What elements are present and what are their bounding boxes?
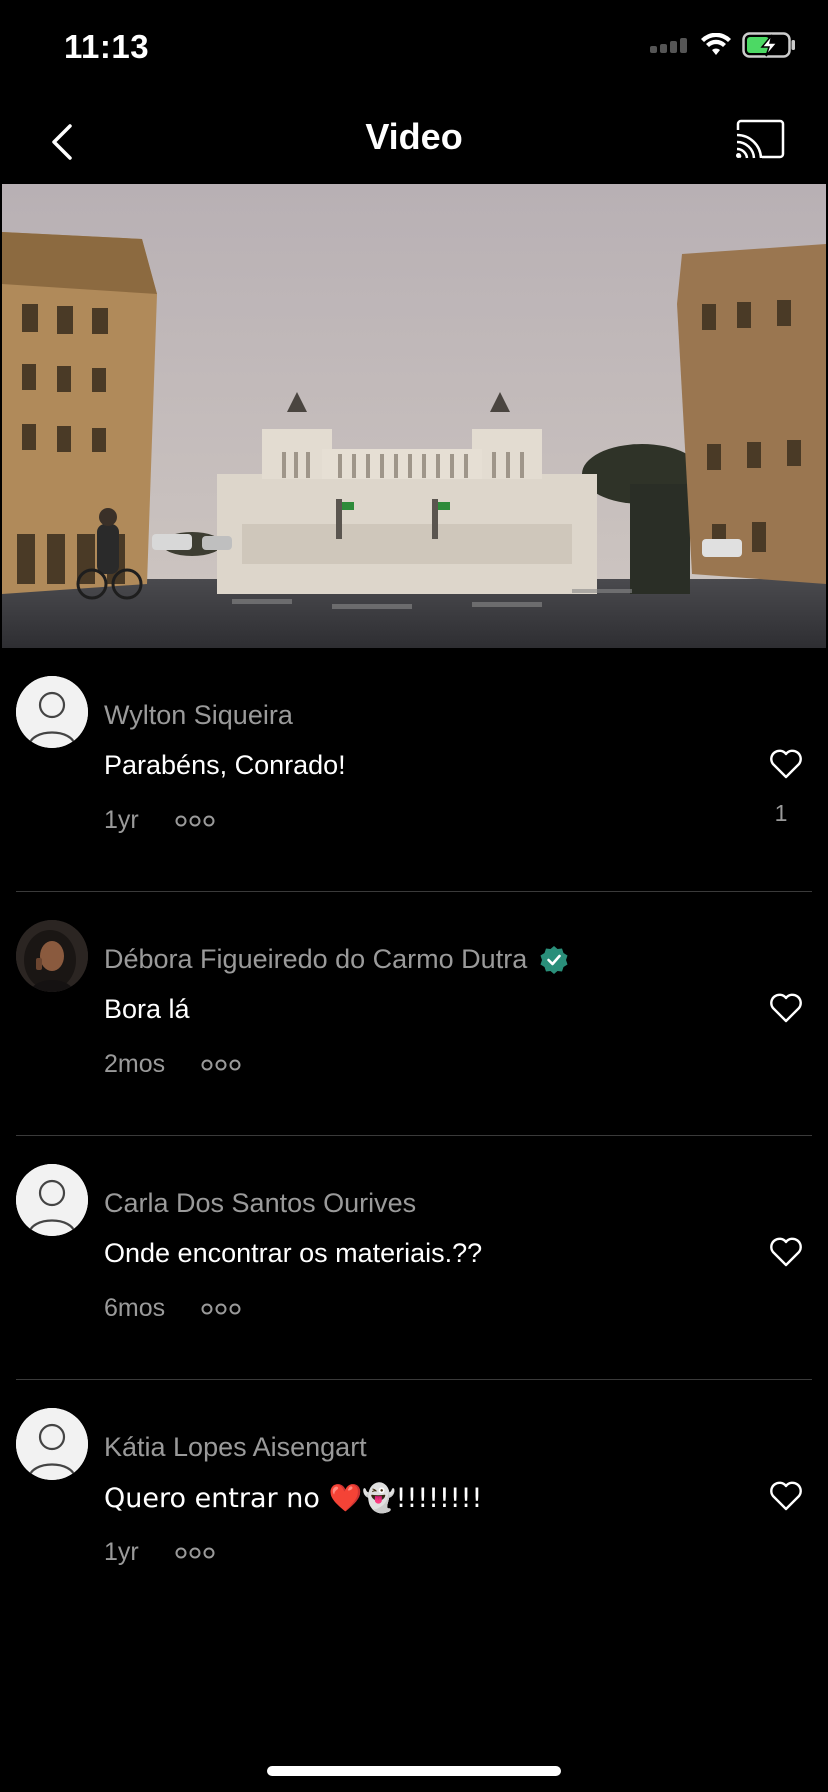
comment-text: Onde encontrar os materiais.?? <box>104 1238 483 1268</box>
comment-age: 1yr <box>104 806 139 834</box>
like-button[interactable] <box>768 746 804 782</box>
default-avatar-icon <box>16 1164 88 1236</box>
comment-item: Carla Dos Santos Ourives Onde encontrar … <box>0 1136 828 1380</box>
more-horizontal-icon <box>175 815 215 826</box>
nav-bar: Video <box>0 100 828 184</box>
avatar[interactable] <box>16 1408 88 1480</box>
more-options-button[interactable] <box>201 1058 241 1072</box>
default-avatar-icon <box>16 1408 88 1480</box>
more-horizontal-icon <box>175 1547 215 1558</box>
more-options-button[interactable] <box>175 1546 215 1560</box>
comment-age: 1yr <box>104 1538 139 1566</box>
comments-list: Wylton Siqueira Parabéns, Conrado! 1yr 1 <box>0 648 828 1624</box>
comment-text: Parabéns, Conrado! <box>104 750 346 780</box>
like-count: 1 <box>774 800 788 826</box>
home-indicator[interactable] <box>267 1766 561 1776</box>
verified-badge-icon <box>540 945 568 974</box>
comment-author[interactable]: Wylton Siqueira <box>104 700 293 731</box>
comment-meta: 1yr <box>104 1538 215 1567</box>
avatar[interactable] <box>16 1164 88 1236</box>
comment-meta: 6mos <box>104 1294 241 1323</box>
comment-meta: 2mos <box>104 1050 241 1079</box>
comment-text: Quero entrar no ❤️👻!!!!!!!! <box>104 1483 483 1514</box>
page-title: Video <box>365 116 463 157</box>
heart-icon <box>770 749 802 779</box>
wifi-icon <box>701 33 731 55</box>
heart-icon <box>770 1481 802 1511</box>
default-avatar-icon <box>16 676 88 748</box>
avatar[interactable] <box>16 676 88 748</box>
more-options-button[interactable] <box>201 1302 241 1316</box>
status-time: 11:13 <box>64 28 150 65</box>
comment-item: Débora Figueiredo do Carmo Dutra Bora lá… <box>0 892 828 1136</box>
photo-avatar <box>16 920 88 992</box>
comment-author-name: Carla Dos Santos Ourives <box>104 1188 417 1218</box>
comment-item: Kátia Lopes Aisengart Quero entrar no ❤️… <box>0 1380 828 1624</box>
comment-author[interactable]: Kátia Lopes Aisengart <box>104 1432 367 1463</box>
comment-age: 2mos <box>104 1050 166 1078</box>
more-horizontal-icon <box>201 1059 241 1070</box>
more-options-button[interactable] <box>175 814 215 828</box>
like-button[interactable] <box>768 990 804 1026</box>
comment-author-name: Kátia Lopes Aisengart <box>104 1432 367 1462</box>
video-thumbnail <box>2 184 826 648</box>
comment-text: Bora lá <box>104 994 190 1024</box>
comment-item: Wylton Siqueira Parabéns, Conrado! 1yr 1 <box>0 648 828 892</box>
comment-author-name: Wylton Siqueira <box>104 700 293 730</box>
cast-icon <box>736 119 785 159</box>
heart-icon <box>770 993 802 1023</box>
like-button[interactable] <box>768 1234 804 1270</box>
comment-author[interactable]: Débora Figueiredo do Carmo Dutra <box>104 944 569 975</box>
comment-author[interactable]: Carla Dos Santos Ourives <box>104 1188 416 1219</box>
battery-charging-icon <box>742 32 795 58</box>
comment-author-name: Débora Figueiredo do Carmo Dutra <box>104 944 528 974</box>
video-player[interactable] <box>2 184 826 648</box>
cast-button[interactable] <box>734 118 786 160</box>
like-button[interactable] <box>768 1478 804 1514</box>
status-bar: 11:13 <box>0 0 828 100</box>
comment-age: 6mos <box>104 1294 166 1322</box>
signal-icon <box>650 38 687 53</box>
heart-icon <box>770 1237 802 1267</box>
more-horizontal-icon <box>201 1303 241 1314</box>
avatar[interactable] <box>16 920 88 992</box>
comment-meta: 1yr <box>104 806 215 835</box>
status-icons <box>650 32 796 58</box>
